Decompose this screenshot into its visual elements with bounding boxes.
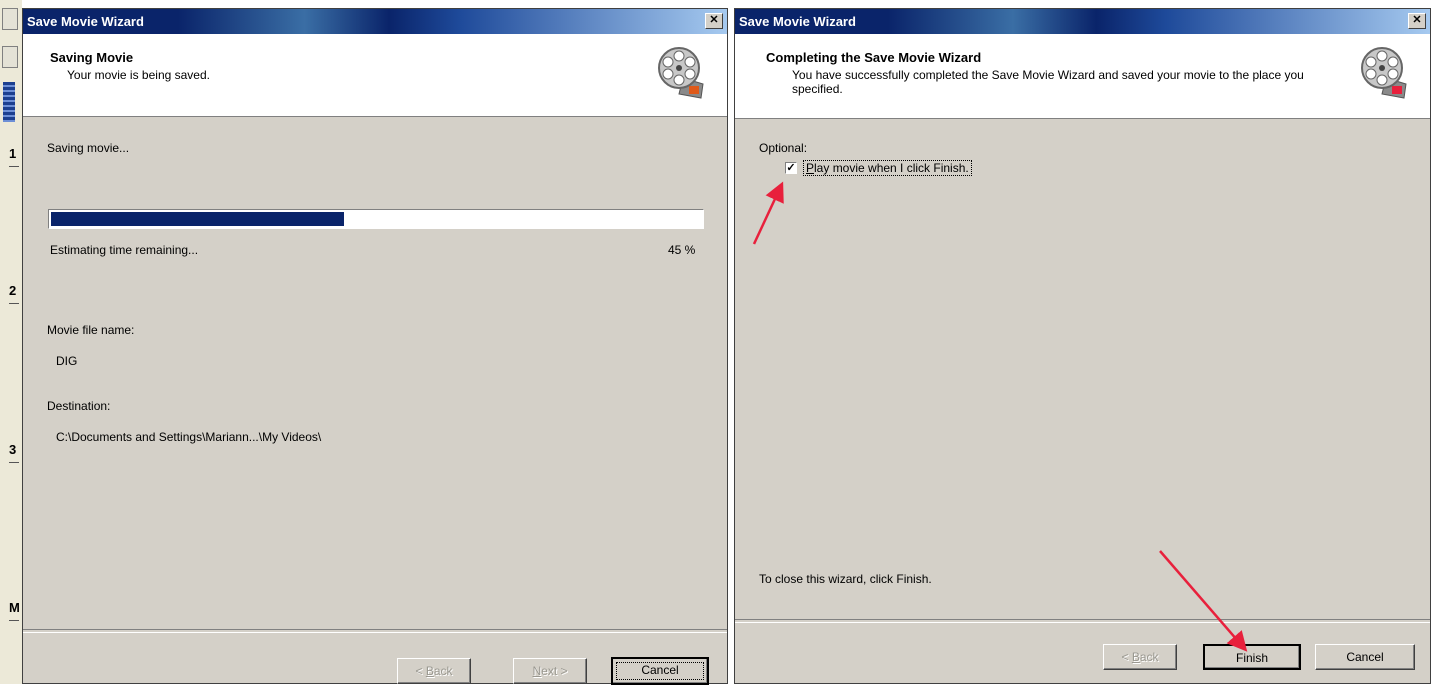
background-marker: M (9, 600, 20, 615)
background-app-strip: 1 2 3 M (0, 0, 22, 684)
optional-label: Optional: (759, 141, 808, 155)
window-title: Save Movie Wizard (27, 14, 144, 29)
header-subtitle: Your movie is being saved. (67, 68, 210, 82)
close-hint-text: To close this wizard, click Finish. (759, 572, 932, 586)
file-name-value: DIG (56, 354, 78, 368)
background-marker: 3 (9, 442, 17, 457)
back-button[interactable]: < Back (1103, 644, 1177, 670)
title-bar[interactable]: Save Movie Wizard ✕ (23, 9, 727, 34)
cancel-button[interactable]: Cancel (611, 657, 709, 685)
back-button[interactable]: < Back (397, 658, 471, 684)
next-button[interactable]: Next > (513, 658, 587, 684)
footer-divider (23, 629, 727, 633)
header-title: Completing the Save Movie Wizard (766, 50, 982, 65)
cancel-button[interactable]: Cancel (1315, 644, 1415, 670)
background-toolbar-button (2, 46, 18, 68)
header-title: Saving Movie (50, 50, 134, 65)
play-movie-checkbox[interactable]: ✓ (785, 162, 797, 174)
background-marker: 2 (9, 283, 17, 298)
title-bar[interactable]: Save Movie Wizard ✕ (735, 9, 1430, 34)
save-progress-bar (48, 209, 704, 229)
film-reel-icon (658, 47, 704, 99)
film-reel-icon (1361, 47, 1407, 99)
progress-fill (51, 212, 344, 226)
background-selection-bar (3, 82, 15, 122)
window-title: Save Movie Wizard (739, 14, 856, 29)
destination-value: C:\Documents and Settings\Mariann...\My … (56, 430, 322, 444)
save-movie-wizard-saving-dialog: Save Movie Wizard ✕ Saving Movie Your mo… (22, 8, 728, 685)
close-button[interactable]: ✕ (1408, 13, 1426, 29)
play-movie-label[interactable]: Play movie when I click Finish. (803, 160, 972, 176)
finish-button[interactable]: Finish (1203, 644, 1301, 670)
footer-divider (735, 619, 1430, 623)
file-name-label: Movie file name: (47, 323, 135, 337)
saving-status: Saving movie... (47, 141, 130, 155)
header-subtitle: You have successfully completed the Save… (792, 68, 1304, 96)
wizard-header: Completing the Save Movie Wizard You hav… (735, 34, 1430, 119)
progress-percent: 45 % (668, 243, 696, 257)
time-remaining-text: Estimating time remaining... (50, 243, 199, 257)
background-toolbar-button (2, 8, 18, 30)
wizard-header: Saving Movie Your movie is being saved. (23, 34, 727, 117)
destination-label: Destination: (47, 399, 111, 413)
background-marker: 1 (9, 146, 17, 161)
save-movie-wizard-complete-dialog: Save Movie Wizard ✕ Completing the Save … (734, 8, 1431, 684)
close-button[interactable]: ✕ (705, 13, 723, 29)
